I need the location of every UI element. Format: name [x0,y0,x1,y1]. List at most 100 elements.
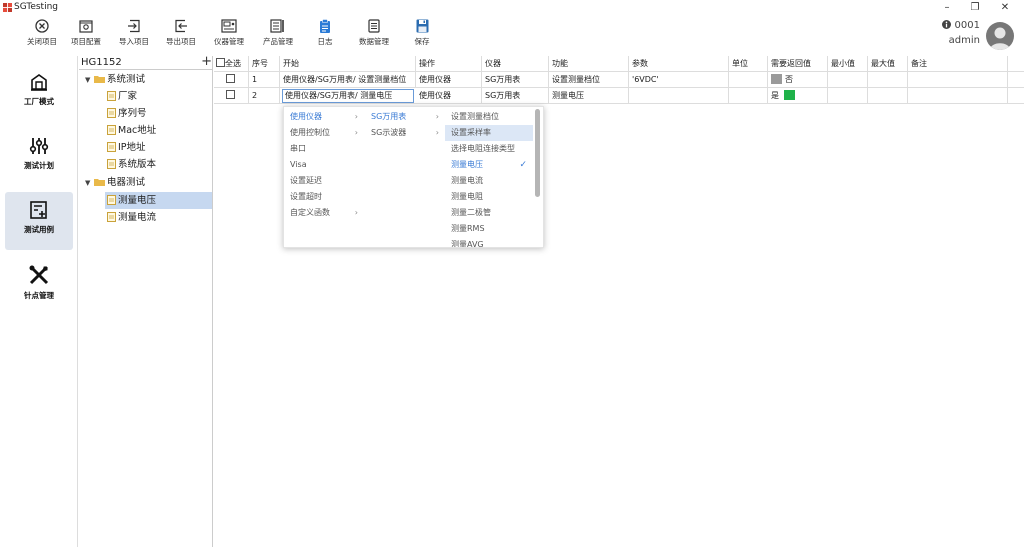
menu-item-resistance-connection[interactable]: 选择电阻连接类型 [445,141,533,157]
nav-test-case[interactable]: 测试用例 [5,192,73,250]
chevron-right-icon: › [354,128,358,137]
sliders-icon [29,138,49,154]
tree-item-label: 序列号 [118,108,147,119]
minimize-button[interactable]: – [940,1,954,15]
remark-cell[interactable] [908,88,1008,104]
product-mgmt-button[interactable]: 产品管理 [258,19,298,53]
log-button[interactable]: 日志 [310,19,340,53]
menu-item-measure-avg[interactable]: 测量AVG [445,237,533,247]
params-cell[interactable]: '6VDC' [629,72,729,88]
max-cell[interactable] [868,72,908,88]
menu-item-measure-diode[interactable]: 测量二极管 [445,205,533,221]
file-icon [107,142,116,152]
export-project-label: 导出项目 [166,37,196,46]
file-icon [107,108,116,118]
menu-item-measure-rms[interactable]: 测量RMS [445,221,533,237]
tree-item-serial[interactable]: 序列号 [107,105,147,122]
left-nav: 工厂模式 测试计划 测试用例 针点管理 [0,56,78,547]
tree-header: HG1152 + [79,55,213,70]
tree-group-system-test[interactable]: ▼ 系统测试 [85,71,145,88]
need-return-value: 是 [771,91,779,100]
unit-cell[interactable] [729,72,768,88]
instrument-cell[interactable]: SG万用表 [482,88,549,104]
row-select-cell[interactable] [214,88,249,104]
menu-scrollbar[interactable] [535,109,540,197]
menu-item-use-control-bit[interactable]: 使用控制位 › [284,125,364,141]
folder-icon [94,179,105,186]
menu-item-serial-port[interactable]: 串口 [284,141,364,157]
tree-item-version[interactable]: 系统版本 [107,156,156,173]
expand-caret-icon[interactable]: ▼ [85,72,94,89]
add-node-button[interactable]: + [201,55,212,69]
save-button[interactable]: 保存 [408,19,436,53]
start-header: 开始 [280,56,416,72]
info-icon [942,20,952,29]
import-icon [128,19,140,33]
select-all-header[interactable]: 全选 [214,56,249,72]
menu-item-sg-oscilloscope[interactable]: SG示波器 › [365,125,445,141]
tree-group-electrical-test[interactable]: ▼ 电器测试 [85,174,145,191]
tree-item-label: Mac地址 [118,125,157,136]
function-cell[interactable]: 测量电压 [549,88,629,104]
menu-item-label: 使用仪器 [290,112,322,121]
operation-cell[interactable]: 使用仪器 [416,72,482,88]
menu-item-sg-multimeter[interactable]: SG万用表 › [365,109,445,125]
menu-item-measure-voltage[interactable]: 测量电压 ✓ [445,157,533,173]
cascade-menu: 使用仪器 › 使用控制位 › 串口 Visa 设置延迟 设置超时 自定义函数 › SG… [283,106,544,248]
remark-cell[interactable] [908,72,1008,88]
title-bar: SGTesting – ❐ ✕ [0,0,1024,16]
export-project-button[interactable]: 导出项目 [159,19,203,53]
row-checkbox[interactable] [226,74,235,83]
function-cell[interactable]: 设置测量档位 [549,72,629,88]
nav-pin-mgmt[interactable]: 针点管理 [5,256,73,314]
need-return-cell[interactable]: 是 [768,88,828,104]
pin-tools-icon [29,265,49,285]
params-cell[interactable] [629,88,729,104]
table-row[interactable]: 1 使用仪器/SG万用表/ 设置测量档位 使用仪器 SG万用表 设置测量档位 '… [214,72,1024,88]
unit-cell[interactable] [729,88,768,104]
menu-item-set-delay[interactable]: 设置延迟 [284,173,364,189]
start-cell[interactable]: 使用仪器/SG万用表/ 设置测量档位 [280,72,416,88]
need-return-cell[interactable]: 否 [768,72,828,88]
min-cell[interactable] [828,88,868,104]
row-select-cell[interactable] [214,72,249,88]
max-cell[interactable] [868,88,908,104]
project-config-icon [79,20,93,33]
menu-item-use-instrument[interactable]: 使用仪器 › [284,109,364,125]
tree-item-measure-voltage[interactable]: 测量电压 [105,192,212,209]
restore-button[interactable]: ❐ [968,1,982,15]
menu-item-visa[interactable]: Visa [284,157,364,173]
menu-item-set-timeout[interactable]: 设置超时 [284,189,364,205]
max-header: 最大值 [868,56,908,72]
row-checkbox[interactable] [226,90,235,99]
operation-cell[interactable]: 使用仪器 [416,88,482,104]
nav-factory-mode[interactable]: 工厂模式 [5,64,73,122]
instrument-cell[interactable]: SG万用表 [482,72,549,88]
tree-item-measure-current[interactable]: 测量电流 [107,209,156,226]
min-cell[interactable] [828,72,868,88]
menu-item-custom-function[interactable]: 自定义函数 › [284,205,364,221]
instrument-mgmt-button[interactable]: 仪器管理 [209,19,249,53]
avatar[interactable] [986,22,1014,50]
tree-item-mac[interactable]: Mac地址 [107,122,156,139]
start-edit-input[interactable]: 使用仪器/SG万用表/ 测量电压 [282,89,414,103]
data-mgmt-button[interactable]: 数据管理 [354,19,394,53]
select-all-checkbox[interactable] [216,58,225,67]
user-area: 0001 admin [930,18,1020,52]
menu-item-measure-current[interactable]: 测量电流 [445,173,533,189]
expand-caret-icon[interactable]: ▼ [85,175,94,192]
project-config-button[interactable]: 项目配置 [66,19,106,53]
menu-item-measure-resistance[interactable]: 测量电阻 [445,189,533,205]
tree-item-manufacturer[interactable]: 厂家 [107,88,137,105]
file-icon [107,195,116,205]
menu-item-set-sample-rate[interactable]: 设置采样率 [445,125,533,141]
tree-item-ip[interactable]: IP地址 [107,139,146,156]
menu-item-set-range[interactable]: 设置测量档位 [445,109,533,125]
nav-test-plan[interactable]: 测试计划 [5,128,73,186]
import-project-button[interactable]: 导入项目 [114,19,154,53]
close-project-button[interactable]: 关闭项目 [20,19,64,53]
close-window-button[interactable]: ✕ [998,1,1012,15]
folder-icon [94,76,105,83]
table-row[interactable]: 2 使用仪器/SG万用表/ 测量电压 使用仪器 SG万用表 测量电压 是 [214,88,1024,104]
menu-item-label: SG示波器 [371,128,407,137]
